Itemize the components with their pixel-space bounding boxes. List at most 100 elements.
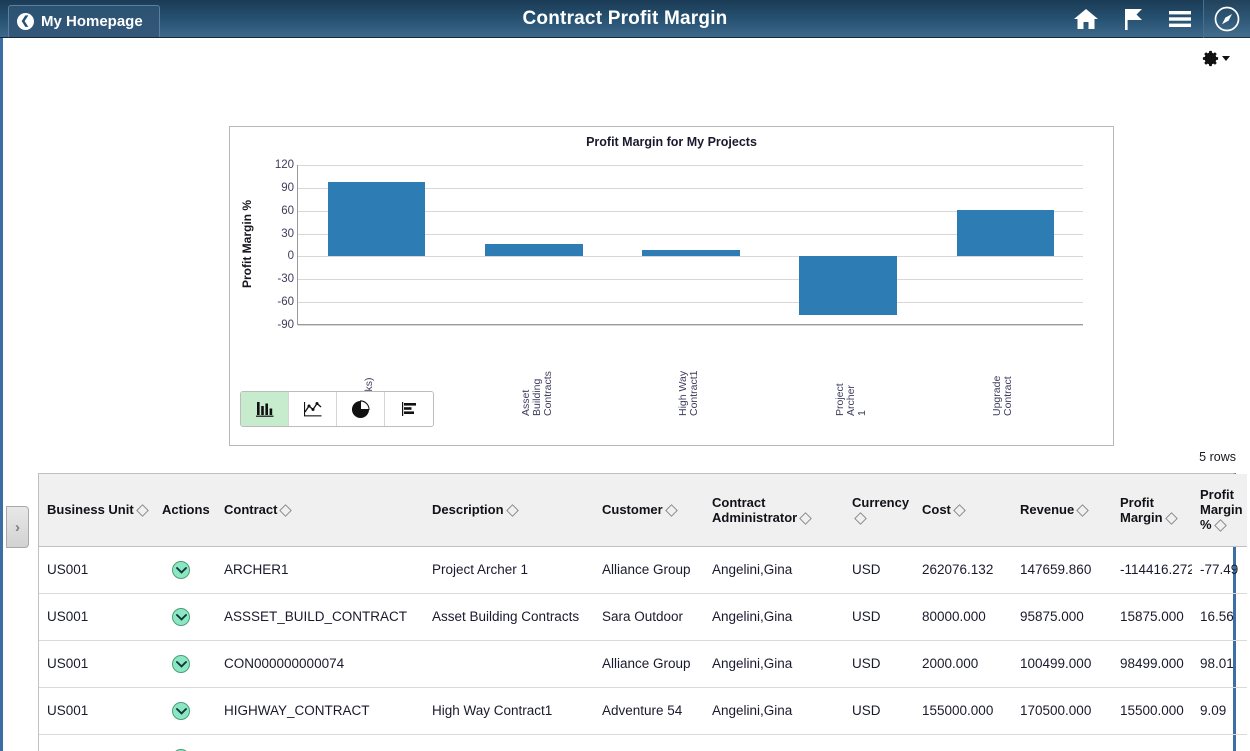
page-body: Profit Margin for My Projects Profit Mar… [0, 38, 1250, 751]
hamburger-menu-icon[interactable] [1156, 0, 1203, 38]
sort-diamond-icon[interactable] [506, 504, 519, 517]
table-row: US001HIGHWAY_CONTRACTHigh Way Contract1A… [39, 687, 1247, 734]
y-axis-tick: 0 [288, 250, 294, 262]
cell-administrator: Angelini,Gina [704, 593, 844, 640]
chart-bar[interactable] [957, 210, 1054, 256]
cell-currency: USD [844, 593, 914, 640]
column-header-revenue[interactable]: Revenue [1012, 474, 1112, 546]
sort-diamond-icon[interactable] [280, 504, 293, 517]
home-icon[interactable] [1062, 0, 1109, 38]
x-axis-tick-label: Project Archer 1 [835, 326, 868, 416]
column-header-cost[interactable]: Cost [914, 474, 1012, 546]
cell-currency: USD [844, 546, 914, 593]
horizontal-bar-chart-button[interactable] [385, 392, 433, 426]
sort-diamond-icon[interactable] [799, 512, 812, 525]
chevron-left-icon: ❮ [17, 13, 34, 30]
pie-chart-button[interactable] [337, 392, 385, 426]
column-header-label: Profit Margin [1120, 495, 1163, 525]
gridline [298, 302, 1083, 303]
row-actions-cell [154, 640, 216, 687]
column-header-contract[interactable]: Contract [216, 474, 424, 546]
cell-profit-margin: 79750.000 [1112, 734, 1192, 751]
sort-diamond-icon[interactable] [1076, 504, 1089, 517]
cell-currency: USD [844, 734, 914, 751]
cell-administrator: Angelini,Gina [704, 640, 844, 687]
row-actions-chevron-down-icon[interactable] [172, 561, 190, 579]
sort-diamond-icon[interactable] [136, 504, 149, 517]
gridline [298, 256, 1083, 257]
cell-contract: CON000000000074 [216, 640, 424, 687]
gridline [298, 279, 1083, 280]
cell-business-unit: US001 [39, 734, 154, 751]
row-actions-chevron-down-icon[interactable] [172, 702, 190, 720]
cell-currency: USD [844, 640, 914, 687]
x-axis-tick-label: Upgrade Contract [992, 326, 1014, 416]
column-header-business-unit[interactable]: Business Unit [39, 474, 154, 546]
column-header-label: Revenue [1020, 502, 1074, 517]
settings-gear-button[interactable] [1201, 49, 1230, 68]
line-chart-button[interactable] [289, 392, 337, 426]
column-header-currency[interactable]: Currency [844, 474, 914, 546]
table-header-row: Business UnitActionsContractDescriptionC… [39, 474, 1247, 546]
sort-diamond-icon[interactable] [854, 512, 867, 525]
column-header-contract-administrator[interactable]: Contract Administrator [704, 474, 844, 546]
cell-revenue: 170500.000 [1012, 687, 1112, 734]
cell-business-unit: US001 [39, 546, 154, 593]
cell-customer: Alliance Group [594, 640, 704, 687]
navbar-compass-icon[interactable] [1203, 0, 1250, 38]
cell-profit-margin-pct: 60.88 [1192, 734, 1247, 751]
column-header-label: Cost [922, 502, 951, 517]
cell-business-unit: US001 [39, 593, 154, 640]
pie-chart-icon [351, 400, 370, 419]
y-axis-tick: -60 [277, 296, 294, 308]
chart-bar[interactable] [328, 182, 425, 257]
y-axis-tick: 30 [281, 228, 294, 240]
cell-description: Project Archer 1 [424, 546, 594, 593]
cell-currency: USD [844, 687, 914, 734]
bar-chart-button[interactable] [241, 392, 289, 426]
flag-icon[interactable] [1109, 0, 1156, 38]
column-header-label: Description [432, 502, 504, 517]
row-actions-chevron-down-icon[interactable] [172, 655, 190, 673]
x-axis-tick-label: High Way Contract1 [678, 326, 700, 416]
cell-profit-margin: 15500.000 [1112, 687, 1192, 734]
sort-diamond-icon[interactable] [1165, 512, 1178, 525]
cell-business-unit: US001 [39, 687, 154, 734]
table-row: US001ASSSET_BUILD_CONTRACTAsset Building… [39, 593, 1247, 640]
back-to-homepage-button[interactable]: ❮ My Homepage [8, 5, 160, 37]
cell-revenue: 147659.860 [1012, 546, 1112, 593]
row-count-label: 5 rows [1199, 450, 1236, 464]
chart-bar[interactable] [485, 244, 582, 257]
column-header-customer[interactable]: Customer [594, 474, 704, 546]
horizontal-bar-chart-icon [399, 400, 419, 418]
gear-icon [1201, 49, 1220, 68]
cell-description: High Way Contract1 [424, 687, 594, 734]
cell-contract: UPGRADE_CONTRACT [216, 734, 424, 751]
column-header-profit-margin[interactable]: Profit Margin % [1192, 474, 1247, 546]
y-axis-tick: 120 [275, 159, 294, 171]
chart-bar[interactable] [642, 250, 739, 257]
cell-description: Asset Building Contracts [424, 593, 594, 640]
column-header-label: Business Unit [47, 502, 134, 517]
back-button-label: My Homepage [41, 13, 143, 30]
sort-diamond-icon[interactable] [1214, 519, 1227, 532]
column-header-label: Contract Administrator [712, 495, 797, 525]
table-row: US001UPGRADE_CONTRACTUpgrade ContractSur… [39, 734, 1247, 751]
y-axis-tick: 60 [281, 205, 294, 217]
contract-table: Business UnitActionsContractDescriptionC… [39, 474, 1247, 751]
plot-area [297, 165, 1083, 325]
cell-profit-margin: 15875.000 [1112, 593, 1192, 640]
column-header-label: Currency [852, 495, 909, 510]
app-header: ❮ My Homepage Contract Profit Margin [0, 0, 1250, 38]
expand-side-panel-button[interactable]: › [6, 506, 29, 548]
row-actions-chevron-down-icon[interactable] [172, 608, 190, 626]
cell-cost: 80000.000 [914, 593, 1012, 640]
sort-diamond-icon[interactable] [953, 504, 966, 517]
column-header-profit-margin[interactable]: Profit Margin [1112, 474, 1192, 546]
cell-cost: 51250.000 [914, 734, 1012, 751]
sort-diamond-icon[interactable] [665, 504, 678, 517]
cell-contract: ARCHER1 [216, 546, 424, 593]
column-header-description[interactable]: Description [424, 474, 594, 546]
chart-bar[interactable] [799, 256, 896, 315]
table-row: US001ARCHER1Project Archer 1Alliance Gro… [39, 546, 1247, 593]
